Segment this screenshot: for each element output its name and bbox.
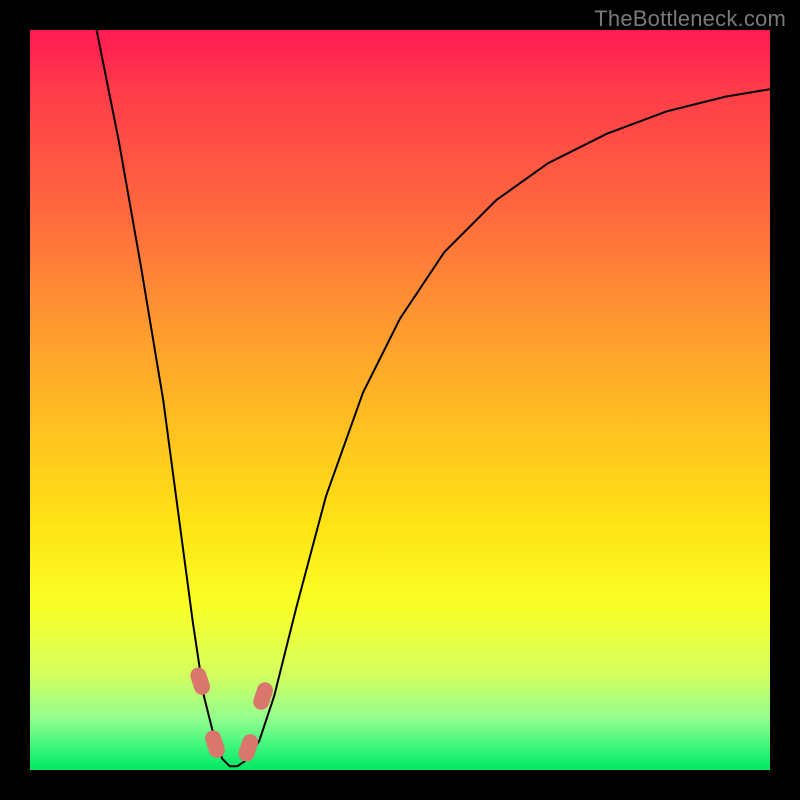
plot-area [30, 30, 770, 770]
watermark-text: TheBottleneck.com [594, 6, 786, 32]
bottleneck-curve [97, 30, 770, 766]
marker-right-lower [236, 732, 260, 764]
marker-left-upper [188, 665, 212, 697]
marker-left-lower [203, 728, 227, 760]
marker-group [188, 665, 275, 763]
bottleneck-chart-svg [30, 30, 770, 770]
